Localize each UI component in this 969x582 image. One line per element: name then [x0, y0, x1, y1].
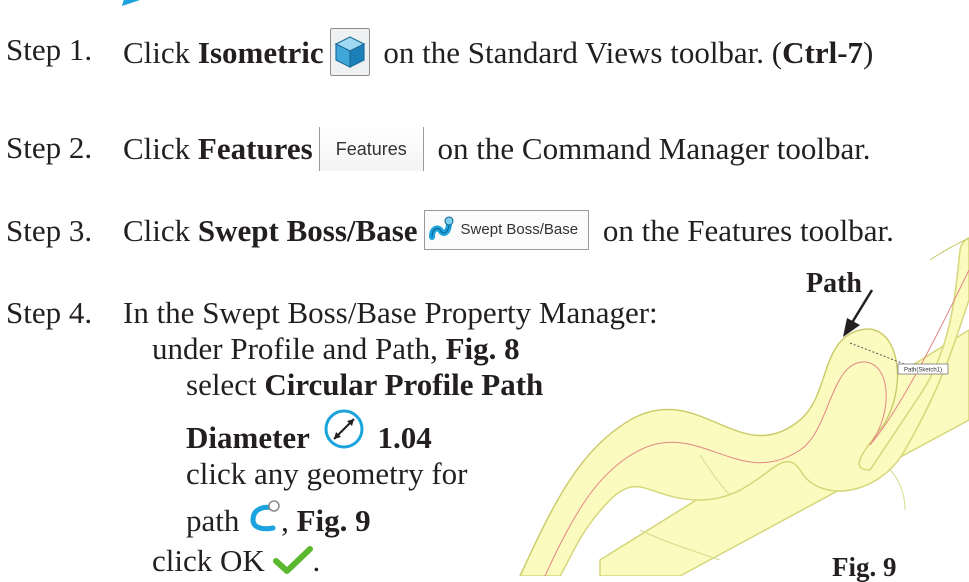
step-2-post: on the Command Manager toolbar. [429, 131, 871, 167]
swept-boss-base-icon [428, 216, 454, 240]
step-1-label: Step 1. [6, 32, 93, 67]
isometric-view-button[interactable] [329, 28, 370, 76]
fig-8-ref: Fig. 8 [445, 331, 520, 366]
step-1: Step 1. Click Isometric on the Standard … [6, 28, 873, 76]
step-1-post: on the Standard Views toolbar. ( [375, 35, 783, 71]
fig-9-ref: Fig. 9 [296, 503, 371, 538]
step-3-label: Step 3. [6, 213, 93, 248]
step-4-l2-text: under Profile and Path, [152, 331, 446, 366]
step-4-l3-text: select [186, 367, 265, 402]
step-4-line-5: click any geometry for [186, 456, 467, 492]
swept-command-name: Swept Boss/Base [197, 213, 418, 248]
swept-boss-base-button[interactable]: Swept Boss/Base [423, 209, 590, 250]
path-selection-icon [250, 500, 280, 532]
ok-checkmark-icon [272, 545, 313, 574]
features-tab-button[interactable]: Features [318, 127, 424, 171]
step-3-pre: Click [123, 213, 198, 248]
step-4-label: Step 4. [6, 295, 93, 330]
diameter-icon [324, 409, 364, 449]
circular-profile-option: Circular Profile Path [264, 367, 544, 402]
step-4-l7-text: click OK [152, 543, 265, 578]
step-4-l6-comma: , [281, 503, 297, 538]
step-3-post: on the Features toolbar. [595, 213, 894, 248]
step-2-pre: Click [123, 131, 198, 167]
step-4-line-3: select Circular Profile Path [186, 367, 543, 403]
step-4-l7-period: . [312, 543, 321, 578]
step-4-line-2: under Profile and Path, Fig. 8 [152, 331, 520, 367]
isometric-command-name: Isometric [197, 35, 324, 71]
step-2: Step 2. Click Features Features on the Co… [6, 127, 871, 171]
isometric-shortcut: Ctrl-7 [782, 35, 864, 71]
path-callout-label: Path [806, 268, 862, 299]
swept-button-label: Swept Boss/Base [460, 220, 579, 238]
diameter-value: 1.04 [377, 420, 432, 456]
path-sketch-tag-text: Path(Sketch1) [904, 368, 942, 374]
step-1-pre: Click [123, 35, 198, 71]
step-3: Step 3. Click Swept Boss/Base Swept Boss/… [6, 209, 894, 250]
step-4: Step 4. In the Swept Boss/Base Property … [6, 295, 658, 331]
isometric-view-icon [334, 36, 365, 68]
step-4-l6-text: path [186, 503, 240, 538]
features-command-name: Features [197, 131, 313, 167]
step-4-l5-text: click any geometry for [186, 456, 468, 491]
step-2-label: Step 2. [6, 130, 93, 165]
diameter-label: Diameter [186, 420, 310, 456]
figure-caption: Fig. 9 [832, 552, 897, 582]
step-1-close: ) [863, 35, 874, 71]
step-4-intro: In the Swept Boss/Base Property Manager: [123, 295, 658, 330]
step-4-line-6: path , Fig. 9 [186, 500, 371, 542]
step-4-line-7: click OK . [152, 543, 320, 579]
